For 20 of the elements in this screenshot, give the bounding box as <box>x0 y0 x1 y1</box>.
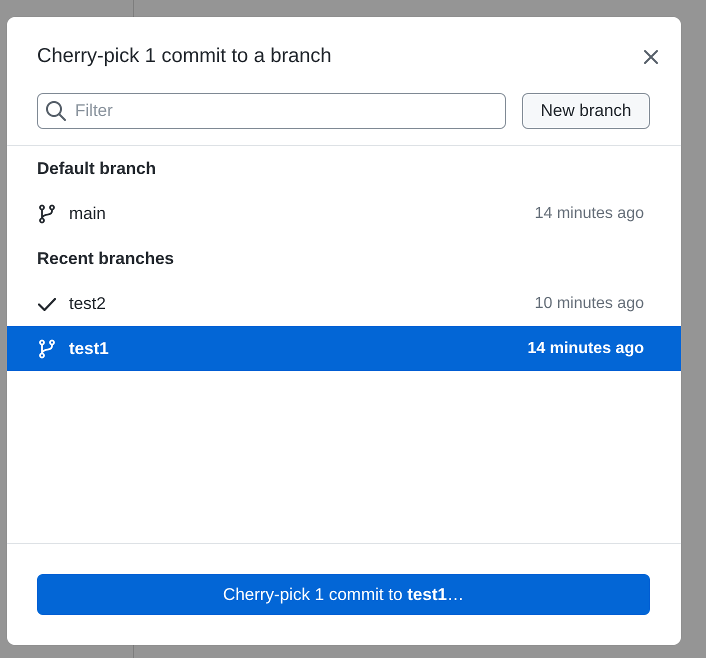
branch-item[interactable]: main 14 minutes ago <box>7 191 681 236</box>
close-button[interactable] <box>643 49 659 65</box>
search-icon <box>45 100 67 122</box>
section-heading: Default branch <box>36 158 158 180</box>
branch-icon <box>37 338 57 358</box>
new-branch-button[interactable]: New branch <box>522 93 650 129</box>
branch-icon <box>37 204 57 224</box>
branch-name: test1 <box>69 338 110 358</box>
branch-item[interactable]: test2 10 minutes ago <box>7 281 681 326</box>
dialog-title: Cherry-pick 1 commit to a branch <box>37 44 332 68</box>
filter-field[interactable]: Filter <box>37 93 506 129</box>
cherry-pick-button[interactable]: Cherry-pick 1 commit to test1… <box>37 574 650 615</box>
branch-name: main <box>69 204 107 224</box>
branch-item[interactable]: test1 14 minutes ago <box>7 326 681 371</box>
branch-name: test2 <box>69 294 107 314</box>
close-icon <box>643 49 659 65</box>
branch-time: 14 minutes ago <box>534 204 644 222</box>
branch-time: 14 minutes ago <box>528 340 644 358</box>
branch-time: 10 minutes ago <box>534 294 644 312</box>
section-heading: Recent branches <box>36 248 175 270</box>
